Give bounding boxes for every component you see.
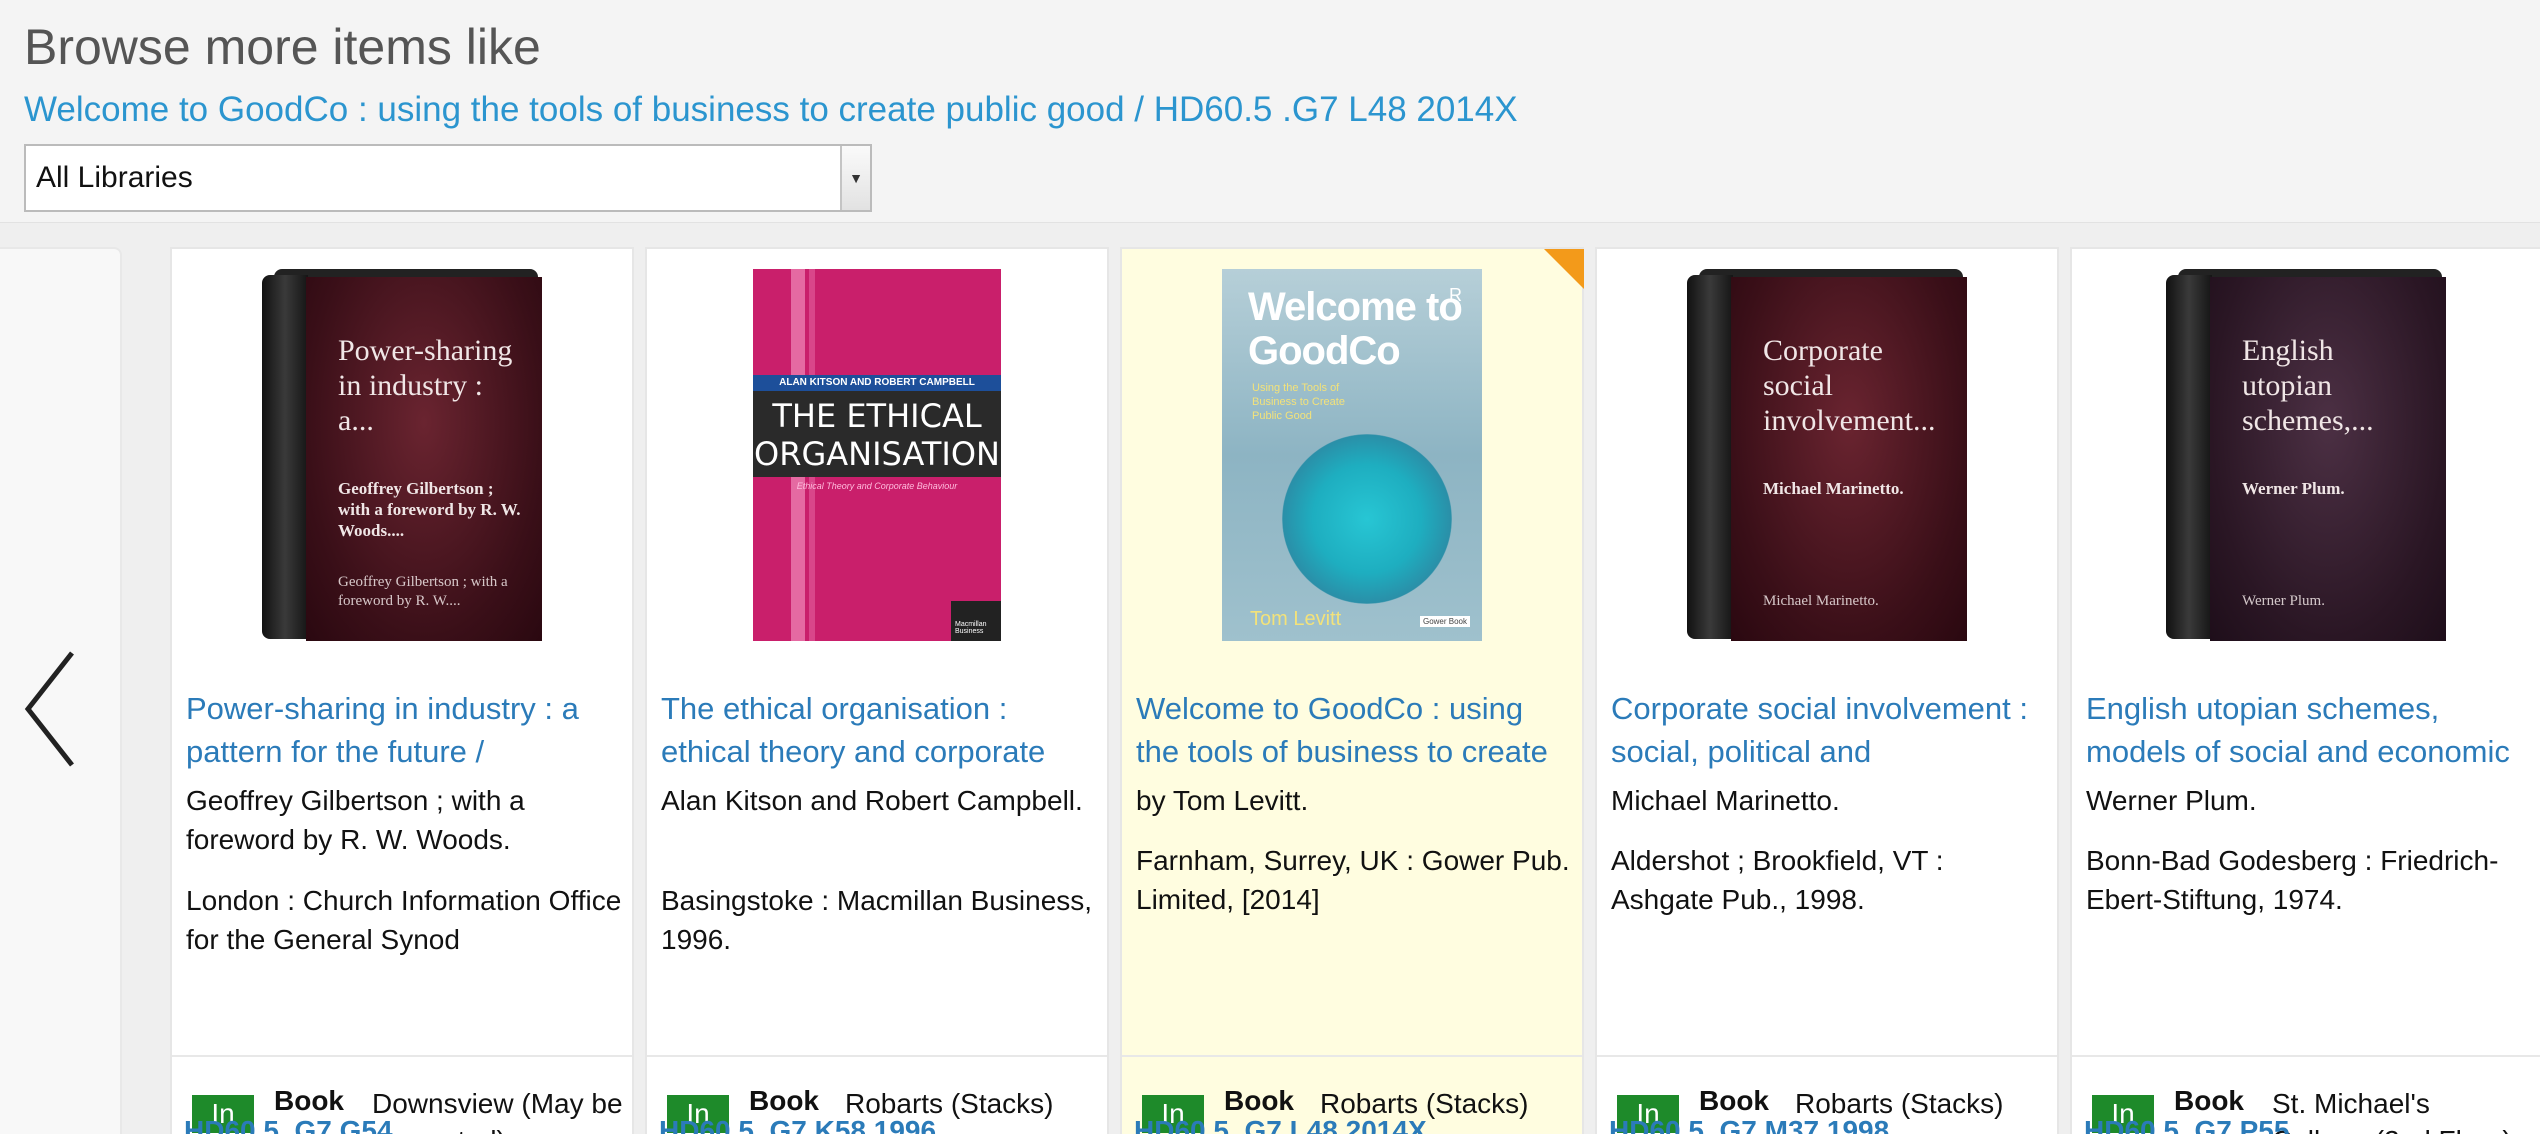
item-author: Michael Marinetto. bbox=[1611, 785, 1840, 816]
browse-card-current: Welcome to GoodCo R Using the Tools of B… bbox=[1120, 247, 1584, 1134]
item-format: Book bbox=[274, 1085, 344, 1116]
call-number-link[interactable]: HD60.5 .G7 G54 bbox=[184, 1115, 393, 1134]
cover-publisher: Gower Book bbox=[1419, 616, 1470, 627]
cover-publisher-logo: R bbox=[1449, 285, 1462, 305]
cover-title: English utopian schemes,... bbox=[2242, 334, 2374, 437]
current-item-flag bbox=[1544, 249, 1584, 289]
cover-author: Werner Plum. bbox=[2242, 479, 2345, 498]
cover-title: THE ETHICAL ORGANISATION bbox=[753, 391, 1001, 477]
page-heading: Browse more items like bbox=[24, 19, 541, 75]
item-publisher: London : Church Information Office for t… bbox=[186, 885, 622, 955]
item-location: St. Michael's College (2nd Floor) bbox=[2272, 1088, 2512, 1134]
cover-illustration bbox=[1282, 434, 1452, 604]
library-select-value: All Libraries bbox=[36, 161, 193, 194]
call-number-link[interactable]: HD60.5 .G7 L48 2014X bbox=[1134, 1115, 1427, 1134]
browse-card: English utopian schemes,... Werner Plum.… bbox=[2070, 247, 2540, 1134]
cover-title: Welcome to GoodCo bbox=[1248, 285, 1463, 373]
cover-title: Power-sharing in industry : a... bbox=[338, 334, 513, 437]
book-cover[interactable]: English utopian schemes,... Werner Plum.… bbox=[2166, 269, 2446, 641]
item-author: Werner Plum. bbox=[2086, 785, 2257, 816]
item-author: Alan Kitson and Robert Campbell. bbox=[661, 785, 1083, 816]
library-select[interactable]: All Libraries ▼ bbox=[24, 144, 872, 212]
browse-card: ALAN KITSON AND ROBERT CAMPBELL THE ETHI… bbox=[645, 247, 1109, 1134]
item-publisher: Bonn-Bad Godesberg : Friedrich-Ebert-Sti… bbox=[2086, 845, 2499, 915]
book-cover[interactable]: Corporate social involvement... Michael … bbox=[1687, 269, 1967, 641]
carousel-prev-panel[interactable] bbox=[0, 247, 122, 1134]
item-format: Book bbox=[1699, 1085, 1769, 1116]
item-publisher: Basingstoke : Macmillan Business, 1996. bbox=[661, 885, 1093, 955]
item-location: Downsview (May berequested) bbox=[372, 1088, 623, 1134]
cover-author: Geoffrey Gilbertson ; with a foreword by… bbox=[338, 479, 521, 540]
item-title-link[interactable]: Corporate social involvement : social, p… bbox=[1611, 687, 2047, 773]
cover-authors: ALAN KITSON AND ROBERT CAMPBELL bbox=[753, 375, 1001, 391]
item-title-link[interactable]: The ethical organisation : ethical theor… bbox=[661, 687, 1097, 773]
cover-subtitle: Ethical Theory and Corporate Behaviour bbox=[796, 481, 958, 491]
call-number-link[interactable]: HD60.5 .G7 M37 1998 bbox=[1609, 1115, 1889, 1134]
reference-item-link[interactable]: Welcome to GoodCo : using the tools of b… bbox=[24, 90, 1518, 130]
item-title-link[interactable]: Welcome to GoodCo : using the tools of b… bbox=[1136, 687, 1572, 773]
cover-subtitle: Using the Tools of Business to Create Pu… bbox=[1252, 382, 1345, 422]
item-title-link[interactable]: Power-sharing in industry : a pattern fo… bbox=[186, 687, 622, 773]
book-cover[interactable]: ALAN KITSON AND ROBERT CAMPBELL THE ETHI… bbox=[753, 269, 1001, 641]
cover-author-footer: Michael Marinetto. bbox=[1763, 593, 1879, 609]
browse-card: Power-sharing in industry : a... Geoffre… bbox=[170, 247, 634, 1134]
item-format: Book bbox=[749, 1085, 819, 1116]
item-format: Book bbox=[1224, 1085, 1294, 1116]
item-publisher: Aldershot ; Brookfield, VT : Ashgate Pub… bbox=[1611, 845, 1944, 915]
cover-author: Michael Marinetto. bbox=[1763, 479, 1904, 498]
item-title-link[interactable]: English utopian schemes, models of socia… bbox=[2086, 687, 2530, 773]
browse-card: Corporate social involvement... Michael … bbox=[1595, 247, 2059, 1134]
item-publisher: Farnham, Surrey, UK : Gower Pub. Limited… bbox=[1136, 845, 1570, 915]
chevron-left-icon[interactable] bbox=[20, 649, 84, 769]
call-number-link[interactable]: HD60.5 .G7 P55 bbox=[2084, 1115, 2289, 1134]
item-format: Book bbox=[2174, 1085, 2244, 1116]
cover-publisher: Macmillan Business bbox=[951, 601, 1001, 641]
cover-author-footer: Werner Plum. bbox=[2242, 593, 2325, 609]
book-cover[interactable]: Welcome to GoodCo R Using the Tools of B… bbox=[1222, 269, 1482, 641]
cover-author-footer: Geoffrey Gilbertson ; with a foreword by… bbox=[338, 574, 508, 609]
chevron-down-icon[interactable]: ▼ bbox=[840, 146, 870, 210]
book-cover[interactable]: Power-sharing in industry : a... Geoffre… bbox=[262, 269, 542, 641]
call-number-link[interactable]: HD60.5 .G7 K58 1996 bbox=[659, 1115, 936, 1134]
browse-carousel: Power-sharing in industry : a... Geoffre… bbox=[0, 222, 2540, 1134]
item-author: Geoffrey Gilbertson ; with a foreword by… bbox=[186, 785, 525, 855]
cover-title: Corporate social involvement... bbox=[1763, 334, 1936, 437]
item-author: by Tom Levitt. bbox=[1136, 785, 1309, 816]
cover-author: Tom Levitt bbox=[1250, 608, 1342, 630]
